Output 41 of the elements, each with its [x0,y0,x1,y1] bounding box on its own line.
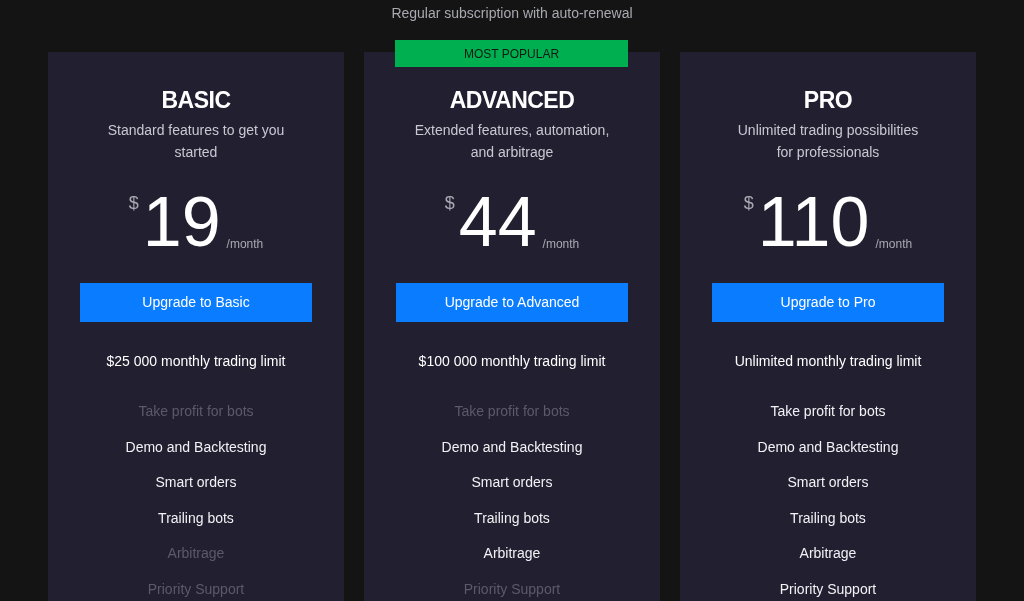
feature-item: Take profit for bots [138,402,254,420]
feature-item: Arbitrage [483,544,541,562]
plan-description: Extended features, automation, and arbitrage [413,121,611,162]
trading-limit: Unlimited monthly trading limit [734,352,922,370]
plan-name: ADVANCED [449,86,575,114]
upgrade-button[interactable]: Upgrade to Pro [712,283,944,322]
feature-item: Priority Support [147,579,245,598]
feature-item: Demo and Backtesting [441,437,583,456]
feature-item: Smart orders [787,473,869,491]
plan-name: PRO [803,86,853,114]
plan-price: 110 [757,187,870,257]
currency-symbol: $ [444,193,455,213]
trading-limit: $100 000 monthly trading limit [418,352,606,370]
plan-description: Unlimited trading possibilities for professionals [736,121,920,162]
feature-item: Smart orders [471,473,553,491]
feature-item: Take profit for bots [770,402,886,420]
price-period: /month [542,237,580,251]
currency-symbol: $ [128,193,139,213]
feature-item: Priority Support [779,579,877,598]
feature-item: Demo and Backtesting [125,437,267,456]
feature-item: Smart orders [155,473,237,491]
popular-badge: MOST POPULAR [395,40,628,67]
plan-price: 44 [458,187,537,257]
feature-item: Arbitrage [799,544,857,562]
feature-item: Trailing bots [474,508,550,527]
feature-item: Trailing bots [790,508,866,527]
feature-item: Demo and Backtesting [757,437,899,456]
price-period: /month [226,237,264,251]
feature-item: Trailing bots [158,508,234,527]
plans-subtitle: Regular subscription with auto-renewal [391,4,633,22]
feature-item: Take profit for bots [454,402,570,420]
plan-price: 19 [142,187,221,257]
price-period: /month [875,237,913,251]
trading-limit: $25 000 monthly trading limit [106,352,286,370]
feature-item: Priority Support [463,579,561,598]
currency-symbol: $ [743,193,754,213]
upgrade-button[interactable]: Upgrade to Advanced [396,283,628,322]
upgrade-button[interactable]: Upgrade to Basic [80,283,312,322]
feature-item: Arbitrage [167,544,225,562]
plan-description: Standard features to get you started [106,121,286,162]
plan-name: BASIC [161,86,231,114]
